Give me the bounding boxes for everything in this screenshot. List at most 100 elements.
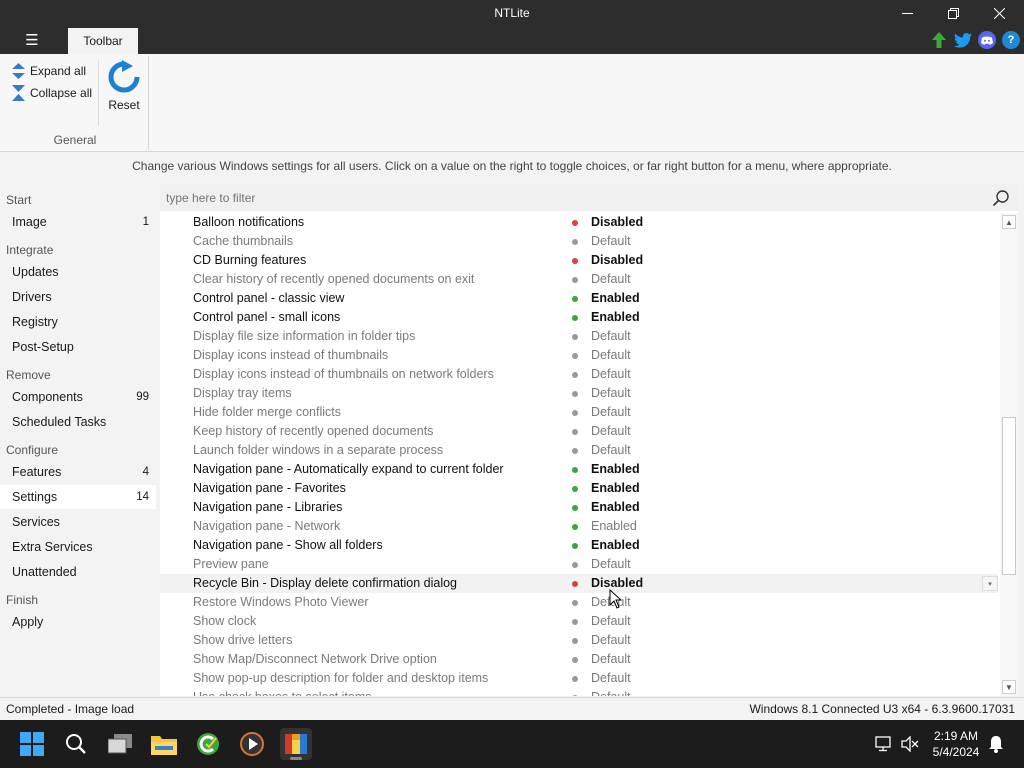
ccleaner-icon[interactable]: [192, 728, 224, 760]
setting-value-toggle[interactable]: Default: [591, 405, 631, 419]
setting-value-toggle[interactable]: Enabled: [591, 291, 640, 305]
setting-value-toggle[interactable]: Enabled: [591, 481, 640, 495]
sidebar-item-registry[interactable]: Registry: [0, 310, 156, 334]
reset-button[interactable]: Reset: [102, 60, 146, 116]
search-icon[interactable]: [992, 189, 1010, 207]
task-view-icon[interactable]: [104, 728, 136, 760]
setting-value-toggle[interactable]: Default: [591, 234, 631, 248]
setting-row[interactable]: Control panel - classic view Enabled: [160, 289, 998, 308]
setting-value-toggle[interactable]: Default: [591, 557, 631, 571]
setting-row[interactable]: Show drive letters Default: [160, 631, 998, 650]
sidebar-item-settings[interactable]: Settings 14: [0, 485, 156, 509]
setting-value-toggle[interactable]: Disabled: [591, 576, 643, 590]
setting-row[interactable]: Use check boxes to select items Default: [160, 688, 998, 696]
setting-row[interactable]: Keep history of recently opened document…: [160, 422, 998, 441]
sidebar-item-post-setup[interactable]: Post-Setup: [0, 335, 156, 359]
sidebar-item-apply[interactable]: Apply: [0, 610, 156, 634]
setting-row[interactable]: Restore Windows Photo ViewerDefault: [160, 593, 998, 612]
setting-value-toggle[interactable]: Disabled: [591, 215, 643, 229]
scroll-up-icon[interactable]: ▲: [1002, 215, 1016, 229]
sidebar-item-components[interactable]: Components 99: [0, 385, 156, 409]
windows-start-icon[interactable]: [16, 728, 48, 760]
setting-value-toggle[interactable]: Default: [591, 424, 631, 438]
status-dot-icon: [572, 239, 578, 245]
search-icon[interactable]: [60, 728, 92, 760]
sidebar-item-image[interactable]: Image 1: [0, 210, 156, 234]
restore-button[interactable]: [930, 0, 976, 26]
setting-row[interactable]: Display file size information in folder …: [160, 327, 998, 346]
setting-value-toggle[interactable]: Default: [591, 652, 631, 666]
setting-value-toggle[interactable]: Enabled: [591, 310, 640, 324]
clock[interactable]: 2:19 AM 5/4/2024: [926, 728, 986, 760]
setting-row[interactable]: Navigation pane - Network Enabled: [160, 517, 998, 536]
notification-bell-icon[interactable]: [986, 734, 1006, 754]
twitter-icon[interactable]: [954, 31, 972, 49]
setting-row[interactable]: Show Map/Disconnect Network Drive option…: [160, 650, 998, 669]
expand-all-button[interactable]: Expand all: [12, 62, 86, 80]
setting-row[interactable]: Display icons instead of thumbnails on n…: [160, 365, 998, 384]
setting-row[interactable]: Preview pane Default: [160, 555, 998, 574]
minimize-button[interactable]: [884, 0, 930, 26]
setting-row[interactable]: Navigation pane - Libraries Enabled: [160, 498, 998, 517]
row-menu-button[interactable]: ▾: [982, 576, 998, 591]
scrollbar-thumb[interactable]: [1002, 417, 1016, 575]
scroll-down-icon[interactable]: ▼: [1002, 680, 1016, 694]
setting-row[interactable]: Balloon notifications Disabled: [160, 213, 998, 232]
setting-row[interactable]: Display icons instead of thumbnails Defau…: [160, 346, 998, 365]
ntlite-taskbar-icon[interactable]: [280, 728, 312, 760]
setting-row[interactable]: Clear history of recently opened documen…: [160, 270, 998, 289]
sidebar-item-scheduled-tasks[interactable]: Scheduled Tasks: [0, 410, 156, 434]
file-explorer-icon[interactable]: [148, 728, 180, 760]
sidebar-item-updates[interactable]: Updates: [0, 260, 156, 284]
setting-row[interactable]: Control panel - small icons Enabled: [160, 308, 998, 327]
setting-row[interactable]: Display tray items Default: [160, 384, 998, 403]
setting-value-toggle[interactable]: Default: [591, 633, 631, 647]
setting-row[interactable]: Show clock Default: [160, 612, 998, 631]
close-button[interactable]: [976, 0, 1022, 26]
sidebar-item-features[interactable]: Features 4: [0, 460, 156, 484]
media-player-icon[interactable]: [236, 728, 268, 760]
status-dot-icon: [572, 676, 578, 682]
setting-value-toggle[interactable]: Default: [591, 348, 631, 362]
update-arrow-icon[interactable]: [930, 31, 948, 49]
sidebar-item-unattended[interactable]: Unattended: [0, 560, 156, 584]
help-icon[interactable]: ?: [1002, 31, 1020, 49]
sidebar-item-drivers[interactable]: Drivers: [0, 285, 156, 309]
setting-value-toggle[interactable]: Disabled: [591, 253, 643, 267]
volume-muted-icon[interactable]: [900, 734, 920, 754]
setting-value-toggle[interactable]: Default: [591, 614, 631, 628]
setting-row[interactable]: Cache thumbnails Default: [160, 232, 998, 251]
setting-value-toggle[interactable]: Default: [591, 367, 631, 381]
setting-value-toggle[interactable]: Enabled: [591, 538, 640, 552]
setting-value-toggle[interactable]: Default: [591, 690, 631, 696]
vertical-scrollbar[interactable]: ▲ ▼: [1000, 213, 1018, 696]
setting-row[interactable]: Recycle Bin - Display delete confirmatio…: [160, 574, 998, 593]
setting-name: Show clock: [193, 614, 257, 628]
filter-input[interactable]: [166, 187, 986, 209]
sidebar-item-services[interactable]: Services: [0, 510, 156, 534]
taskbar: 2:19 AM 5/4/2024: [0, 720, 1024, 768]
sidebar-item-label: Image: [12, 215, 47, 229]
setting-value-toggle[interactable]: Enabled: [591, 519, 637, 533]
setting-value-toggle[interactable]: Enabled: [591, 500, 640, 514]
setting-row[interactable]: CD Burning features Disabled: [160, 251, 998, 270]
setting-value-toggle[interactable]: Enabled: [591, 462, 640, 476]
discord-icon[interactable]: [978, 31, 996, 49]
setting-row[interactable]: Show pop-up description for folder and d…: [160, 669, 998, 688]
setting-row[interactable]: Navigation pane - Favorites Enabled: [160, 479, 998, 498]
setting-row[interactable]: Navigation pane - Automatically expand t…: [160, 460, 998, 479]
setting-row[interactable]: Launch folder windows in a separate proc…: [160, 441, 998, 460]
sidebar-item-extra-services[interactable]: Extra Services: [0, 535, 156, 559]
sidebar-item-label: Components: [12, 390, 83, 404]
setting-row[interactable]: Navigation pane - Show all folders Enable…: [160, 536, 998, 555]
setting-value-toggle[interactable]: Default: [591, 443, 631, 457]
hamburger-icon[interactable]: ☰: [20, 31, 44, 51]
tab-toolbar[interactable]: Toolbar: [68, 28, 138, 54]
collapse-all-button[interactable]: Collapse all: [12, 84, 92, 102]
network-icon[interactable]: [874, 734, 894, 754]
setting-value-toggle[interactable]: Default: [591, 671, 631, 685]
setting-value-toggle[interactable]: Default: [591, 272, 631, 286]
setting-row[interactable]: Hide folder merge conflicts Default: [160, 403, 998, 422]
setting-value-toggle[interactable]: Default: [591, 329, 631, 343]
setting-value-toggle[interactable]: Default: [591, 386, 631, 400]
